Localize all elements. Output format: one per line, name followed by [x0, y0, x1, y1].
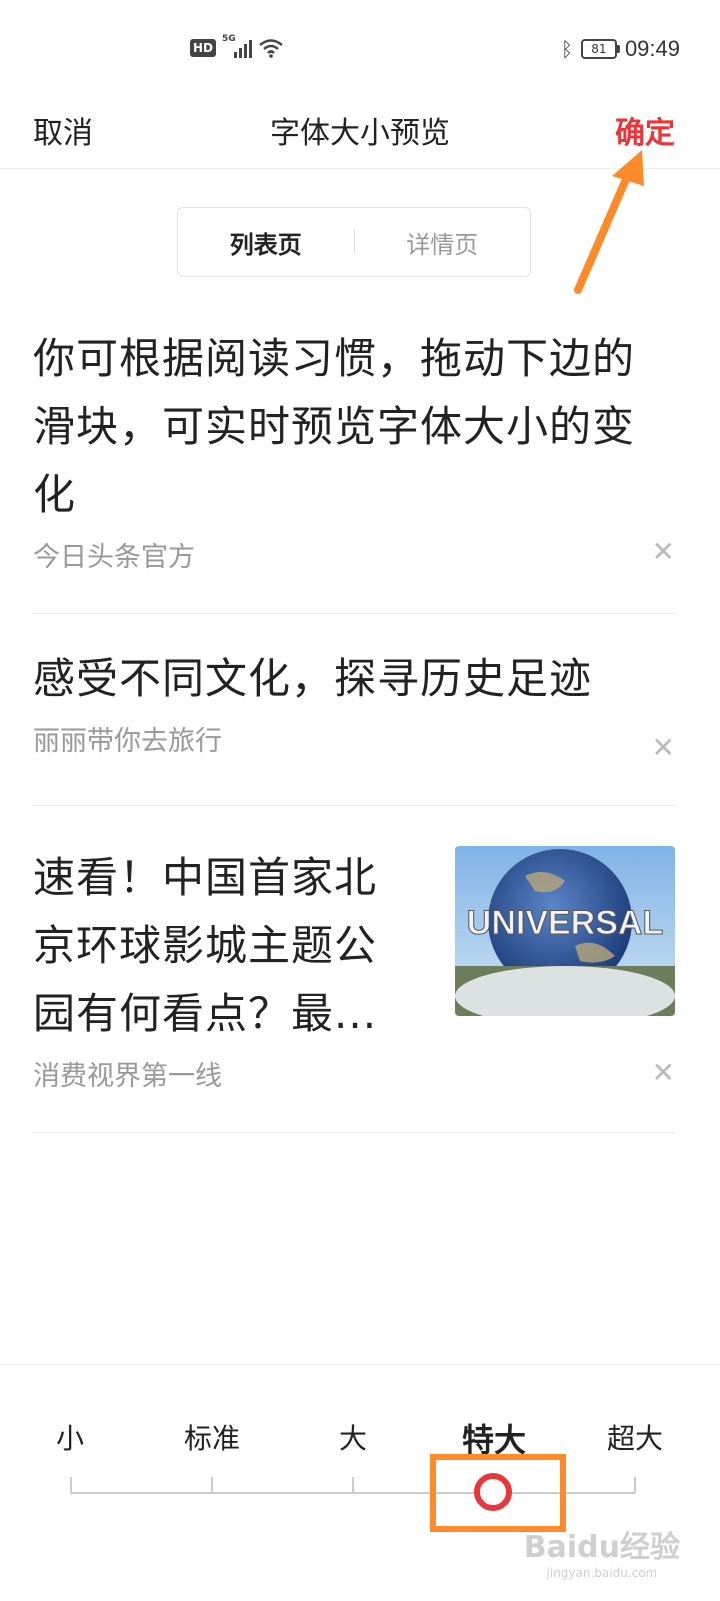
dismiss-icon[interactable]: ✕	[652, 535, 675, 568]
wifi-icon	[259, 39, 283, 58]
clock: 09:49	[624, 36, 680, 61]
cancel-button[interactable]: 取消	[33, 108, 93, 152]
feed-item[interactable]: 你可根据阅读习惯，拖动下边的滑块，可实时预览字体大小的变化 今日头条官方 ✕	[33, 325, 675, 614]
bluetooth-icon: ᛒ	[560, 37, 573, 61]
size-option-large[interactable]: 大	[339, 1417, 367, 1457]
feed-source: 丽丽带你去旅行	[33, 726, 222, 757]
slider-tick	[634, 1477, 636, 1493]
svg-text:UNIVERSAL: UNIVERSAL	[467, 904, 663, 942]
dismiss-icon[interactable]: ✕	[652, 731, 675, 764]
feed-headline: 速看！中国首家北京环球影城主题公园有何看点？最...	[33, 853, 378, 1038]
status-bar: HD 5G ᛒ 81 09:49	[0, 0, 720, 100]
view-tabs: 列表页 详情页	[177, 207, 531, 277]
dismiss-icon[interactable]: ✕	[652, 1056, 675, 1089]
feed-headline: 感受不同文化，探寻历史足迹	[33, 654, 593, 703]
size-option-huge[interactable]: 超大	[607, 1417, 663, 1457]
slider-tick	[211, 1477, 213, 1493]
feed-item[interactable]: 感受不同文化，探寻历史足迹 丽丽带你去旅行 ✕	[33, 645, 675, 806]
tab-detail-page[interactable]: 详情页	[355, 225, 531, 260]
battery-icon: 81	[580, 39, 620, 59]
signal-icon: 5G	[222, 34, 253, 58]
slider-tick	[70, 1477, 72, 1493]
annotation-highlight-box	[430, 1454, 566, 1532]
feed-source: 消费视界第一线	[33, 1061, 222, 1092]
font-size-panel: 小 标准 大 特大 超大	[0, 1364, 720, 1601]
tab-list-page[interactable]: 列表页	[178, 225, 354, 260]
feed-headline: 你可根据阅读习惯，拖动下边的滑块，可实时预览字体大小的变化	[33, 334, 636, 519]
feed-source: 今日头条官方	[33, 542, 195, 573]
thumbnail-image: UNIVERSAL	[455, 846, 675, 1016]
size-option-small[interactable]: 小	[56, 1417, 84, 1457]
annotation-arrow	[574, 150, 644, 294]
slider-tick	[352, 1477, 354, 1493]
size-option-standard[interactable]: 标准	[184, 1417, 240, 1457]
feed-item[interactable]: 速看！中国首家北京环球影城主题公园有何看点？最... 消费视界第一线 ✕ UNI…	[33, 806, 675, 1133]
hd-icon: HD	[190, 39, 217, 57]
